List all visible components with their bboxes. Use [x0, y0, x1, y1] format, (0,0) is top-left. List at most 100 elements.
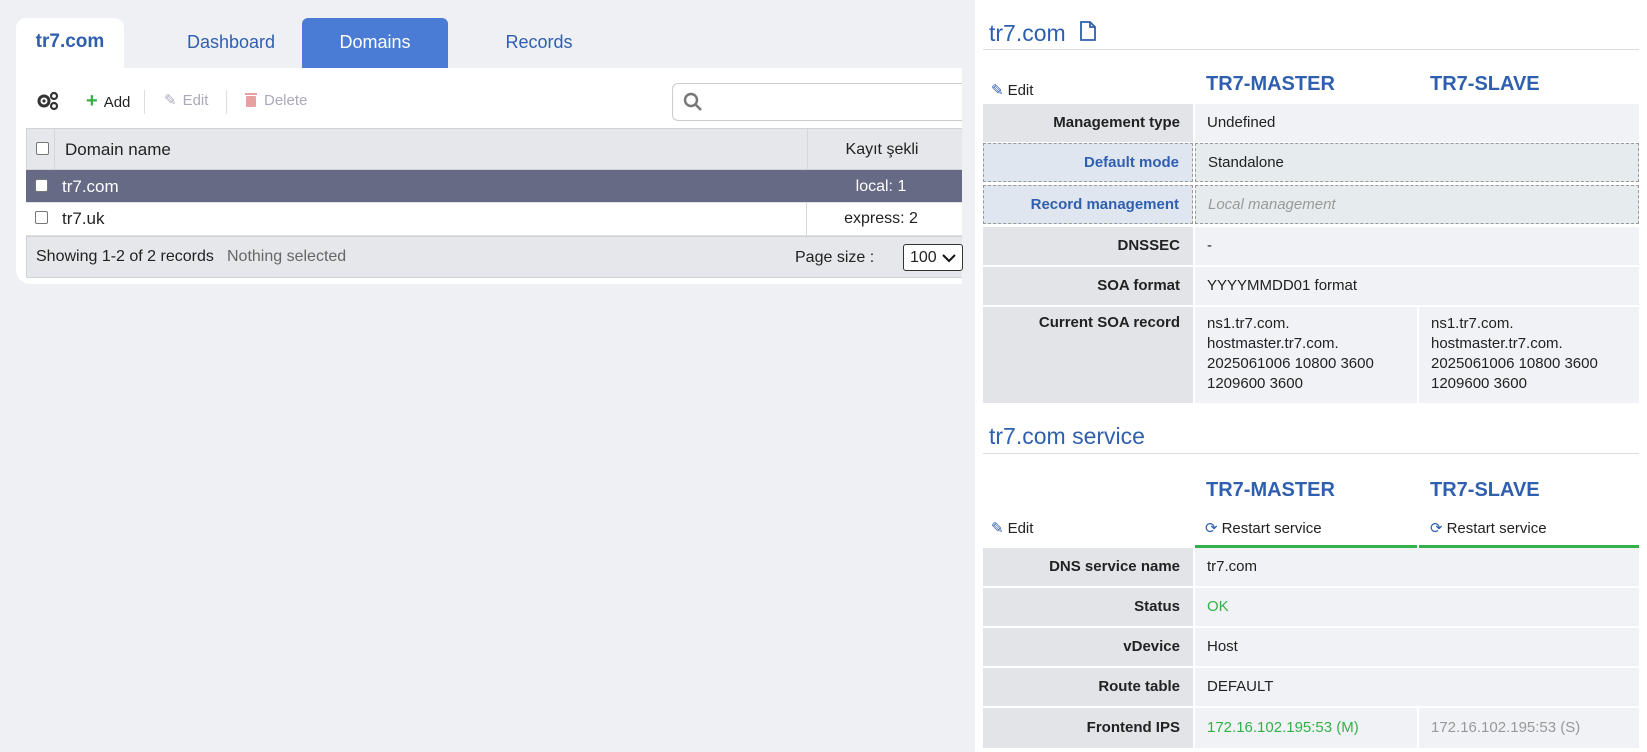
record-management-value: Local management — [1195, 185, 1639, 224]
frontend-ips-row: Frontend IPS 172.16.102.195:53 (M) 172.1… — [983, 708, 1639, 748]
trash-icon — [245, 93, 257, 107]
domain-name-cell: tr7.uk — [62, 209, 105, 228]
soa-format-label: SOA format — [983, 267, 1193, 305]
search-icon — [683, 92, 702, 111]
settings-gears-button[interactable] — [36, 82, 62, 120]
search-input[interactable] — [672, 83, 962, 121]
current-soa-label: Current SOA record — [983, 307, 1193, 403]
domain-title-text: tr7.com — [989, 20, 1066, 46]
tab-site[interactable]: tr7.com — [16, 18, 124, 68]
soa-line: hostmaster.tr7.com. — [1207, 335, 1339, 352]
domains-panel: tr7.com Dashboard Domains Records + Add ✎… — [0, 0, 963, 752]
domain-detail-title: tr7.com — [989, 20, 1096, 47]
domain-detail-panel: tr7.com ✎ Edit TR7-MASTER TR7-SLAVE Manag… — [975, 0, 1647, 752]
section-divider — [983, 49, 1639, 50]
edit-icon: ✎ — [991, 82, 1004, 99]
restart-master-button[interactable]: ⟳ Restart service — [1205, 519, 1322, 537]
dns-service-name-value: tr7.com — [1195, 548, 1639, 586]
edit-icon: ✎ — [991, 520, 1004, 537]
table-footer: Showing 1-2 of 2 records Nothing selecte… — [26, 236, 963, 278]
table-row[interactable]: tr7.com local: 1 — [26, 170, 962, 203]
page-size-select[interactable]: 100 — [903, 244, 963, 271]
dnssec-value: - — [1195, 227, 1639, 265]
frontend-ip-master: 172.16.102.195:53 (M) — [1195, 708, 1417, 748]
edit-domain-label: Edit — [1007, 82, 1034, 99]
select-all-checkbox[interactable] — [36, 142, 49, 155]
record-management-row[interactable]: Record management Local management — [983, 185, 1639, 224]
restart-master-label: Restart service — [1221, 520, 1322, 537]
management-type-row: Management type Undefined — [983, 104, 1639, 142]
edit-service-button[interactable]: ✎ Edit — [991, 519, 1033, 537]
row-checkbox[interactable] — [35, 211, 48, 224]
page-size-value: 100 — [910, 249, 937, 266]
service-slave-header: TR7-SLAVE — [1430, 479, 1540, 501]
soa-line: 2025061006 10800 3600 — [1431, 355, 1598, 372]
kayit-sekli-cell: local: 1 — [855, 178, 907, 195]
plus-icon: + — [86, 90, 98, 112]
row-checkbox[interactable] — [35, 179, 48, 192]
toolbar-divider — [226, 90, 227, 114]
domain-name-cell: tr7.com — [62, 177, 119, 196]
add-label: Add — [103, 94, 131, 111]
current-soa-slave: ns1.tr7.com. hostmaster.tr7.com. 2025061… — [1419, 307, 1639, 403]
edit-service-label: Edit — [1007, 520, 1034, 537]
default-mode-row[interactable]: Default mode Standalone — [983, 143, 1639, 182]
document-icon[interactable] — [1080, 21, 1096, 41]
dnssec-label: DNSSEC — [983, 227, 1193, 265]
kayit-sekli-cell: express: 2 — [844, 210, 918, 227]
dnssec-row: DNSSEC - — [983, 227, 1639, 265]
edit-button[interactable]: ✎ Edit — [164, 82, 208, 120]
soa-line: 1209600 3600 — [1207, 375, 1303, 392]
delete-button[interactable]: Delete — [244, 82, 307, 120]
dns-service-name-row: DNS service name tr7.com — [983, 548, 1639, 586]
page-size-label: Page size : — [795, 249, 875, 266]
section-divider — [983, 453, 1639, 454]
domains-table: Domain name Kayıt şekli tr7.com local: 1… — [26, 128, 963, 278]
route-table-row: Route table DEFAULT — [983, 668, 1639, 706]
dns-service-name-label: DNS service name — [983, 548, 1193, 586]
soa-format-row: SOA format YYYYMMDD01 format — [983, 267, 1639, 305]
default-mode-value: Standalone — [1195, 143, 1639, 182]
edit-icon: ✎ — [164, 92, 177, 109]
vdevice-label: vDevice — [983, 628, 1193, 666]
vdevice-value: Host — [1195, 628, 1639, 666]
master-column-header: TR7-MASTER — [1206, 73, 1335, 95]
column-header-domain-name[interactable]: Domain name — [65, 140, 171, 160]
selection-status-text: Nothing selected — [227, 248, 347, 265]
status-value: OK — [1195, 588, 1639, 626]
delete-label: Delete — [264, 92, 308, 109]
current-soa-row: Current SOA record ns1.tr7.com. hostmast… — [983, 307, 1639, 403]
frontend-ip-slave: 172.16.102.195:53 (S) — [1419, 708, 1639, 748]
slave-column-header: TR7-SLAVE — [1430, 73, 1540, 95]
current-soa-master: ns1.tr7.com. hostmaster.tr7.com. 2025061… — [1195, 307, 1417, 403]
record-management-label: Record management — [983, 185, 1193, 224]
tab-bar: tr7.com Dashboard Domains Records — [16, 18, 962, 68]
soa-line: ns1.tr7.com. — [1431, 315, 1514, 332]
status-row: Status OK — [983, 588, 1639, 626]
column-header-kayit-sekli[interactable]: Kayıt şekli — [807, 141, 957, 159]
default-mode-label: Default mode — [983, 143, 1193, 182]
soa-line: hostmaster.tr7.com. — [1431, 335, 1563, 352]
edit-domain-button[interactable]: ✎ Edit — [991, 81, 1033, 99]
tab-dashboard[interactable]: Dashboard — [146, 18, 316, 68]
restart-slave-label: Restart service — [1446, 520, 1547, 537]
table-row[interactable]: tr7.uk express: 2 — [26, 203, 962, 236]
status-label: Status — [983, 588, 1193, 626]
showing-records-text: Showing 1-2 of 2 records — [36, 248, 214, 265]
service-title: tr7.com service — [989, 423, 1145, 449]
service-master-header: TR7-MASTER — [1206, 479, 1335, 501]
tab-records[interactable]: Records — [464, 18, 614, 68]
add-button[interactable]: + Add — [86, 82, 130, 120]
toolbar-divider — [144, 90, 145, 114]
soa-line: 2025061006 10800 3600 — [1207, 355, 1374, 372]
refresh-icon: ⟳ — [1430, 520, 1443, 537]
table-header: Domain name Kayıt şekli — [26, 128, 962, 170]
edit-label: Edit — [182, 92, 209, 109]
management-type-value: Undefined — [1195, 104, 1639, 142]
restart-slave-button[interactable]: ⟳ Restart service — [1430, 519, 1547, 537]
soa-line: 1209600 3600 — [1431, 375, 1527, 392]
chevron-down-icon — [942, 254, 956, 263]
column-divider — [54, 129, 55, 169]
tab-domains[interactable]: Domains — [302, 18, 448, 68]
soa-format-value: YYYYMMDD01 format — [1195, 267, 1639, 305]
